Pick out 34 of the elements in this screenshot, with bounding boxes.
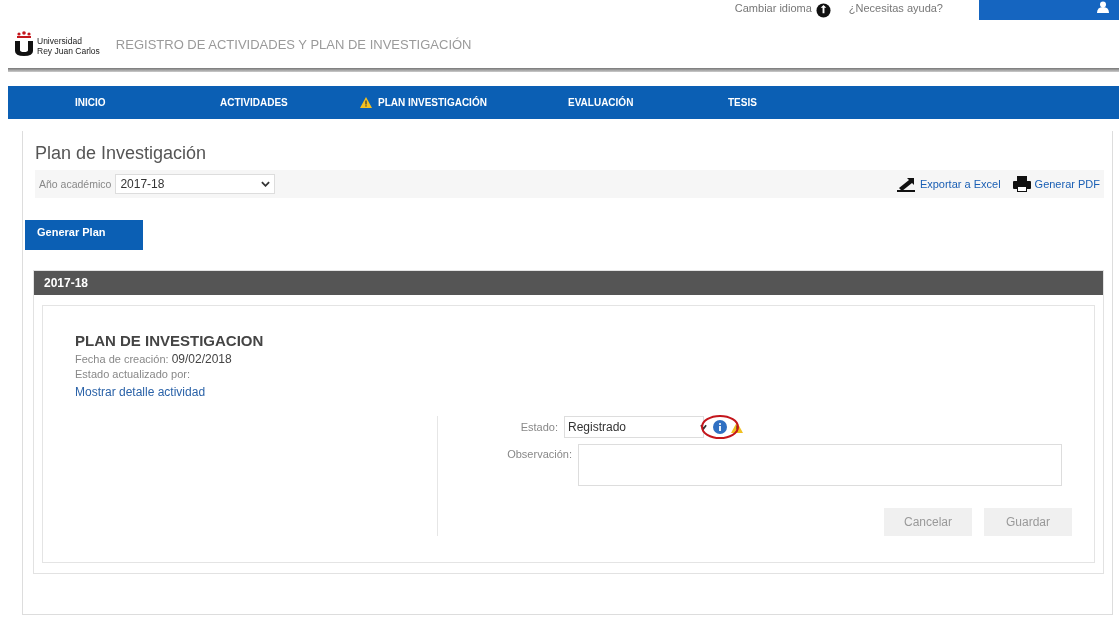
observation-field[interactable] (578, 444, 1062, 486)
nav-item[interactable]: TESIS (728, 97, 888, 108)
nav-item[interactable]: INICIO (75, 97, 220, 108)
page-title: Plan de Investigación (35, 143, 208, 164)
nav-item[interactable]: PLAN INVESTIGACIÓN (360, 97, 568, 108)
logo-text: Universidad (37, 36, 83, 46)
plan-heading: PLAN DE INVESTIGACION (75, 332, 265, 349)
action-link[interactable]: Generar PDF (1034, 178, 1100, 190)
logo-text: Rey Juan Carlos (37, 46, 100, 56)
updated-label: Estado actualizado por: (75, 368, 190, 380)
observation-label: Observación: (506, 448, 572, 460)
info-icon[interactable] (713, 420, 727, 434)
generate-plan-button[interactable]: Generar Plan (25, 220, 143, 250)
nav-item[interactable]: EVALUACIÓN (568, 97, 728, 108)
year-select[interactable]: 2017-18 (115, 174, 276, 194)
filter-label: Año académico (39, 178, 112, 190)
status-label: Estado: (519, 421, 558, 433)
language-link[interactable]: Cambiar idioma (734, 2, 812, 14)
app-title: REGISTRO DE ACTIVIDADES Y PLAN DE INVESTIGACIÓN (115, 36, 472, 52)
logo-icon (14, 30, 34, 56)
status-select[interactable]: Registrado (564, 416, 704, 438)
detail-link[interactable]: Mostrar detalle actividad (75, 385, 206, 399)
user-button[interactable] (979, 0, 1119, 20)
chevron-icon (700, 424, 707, 430)
section-title: 2017-18 (44, 276, 89, 290)
user-icon (1097, 1, 1109, 13)
action-link[interactable]: Exportar a Excel (919, 178, 1001, 190)
printer-icon[interactable] (1012, 176, 1031, 192)
chevron-icon (261, 181, 271, 187)
created-label: Fecha de creación: (75, 353, 169, 365)
export-icon[interactable] (895, 176, 916, 192)
university-logo[interactable]: Universidad Rey Juan Carlos (14, 30, 100, 56)
created-date: 09/02/2018 (171, 352, 232, 366)
help-link[interactable]: ¿Necesitas ayuda? (848, 2, 943, 14)
